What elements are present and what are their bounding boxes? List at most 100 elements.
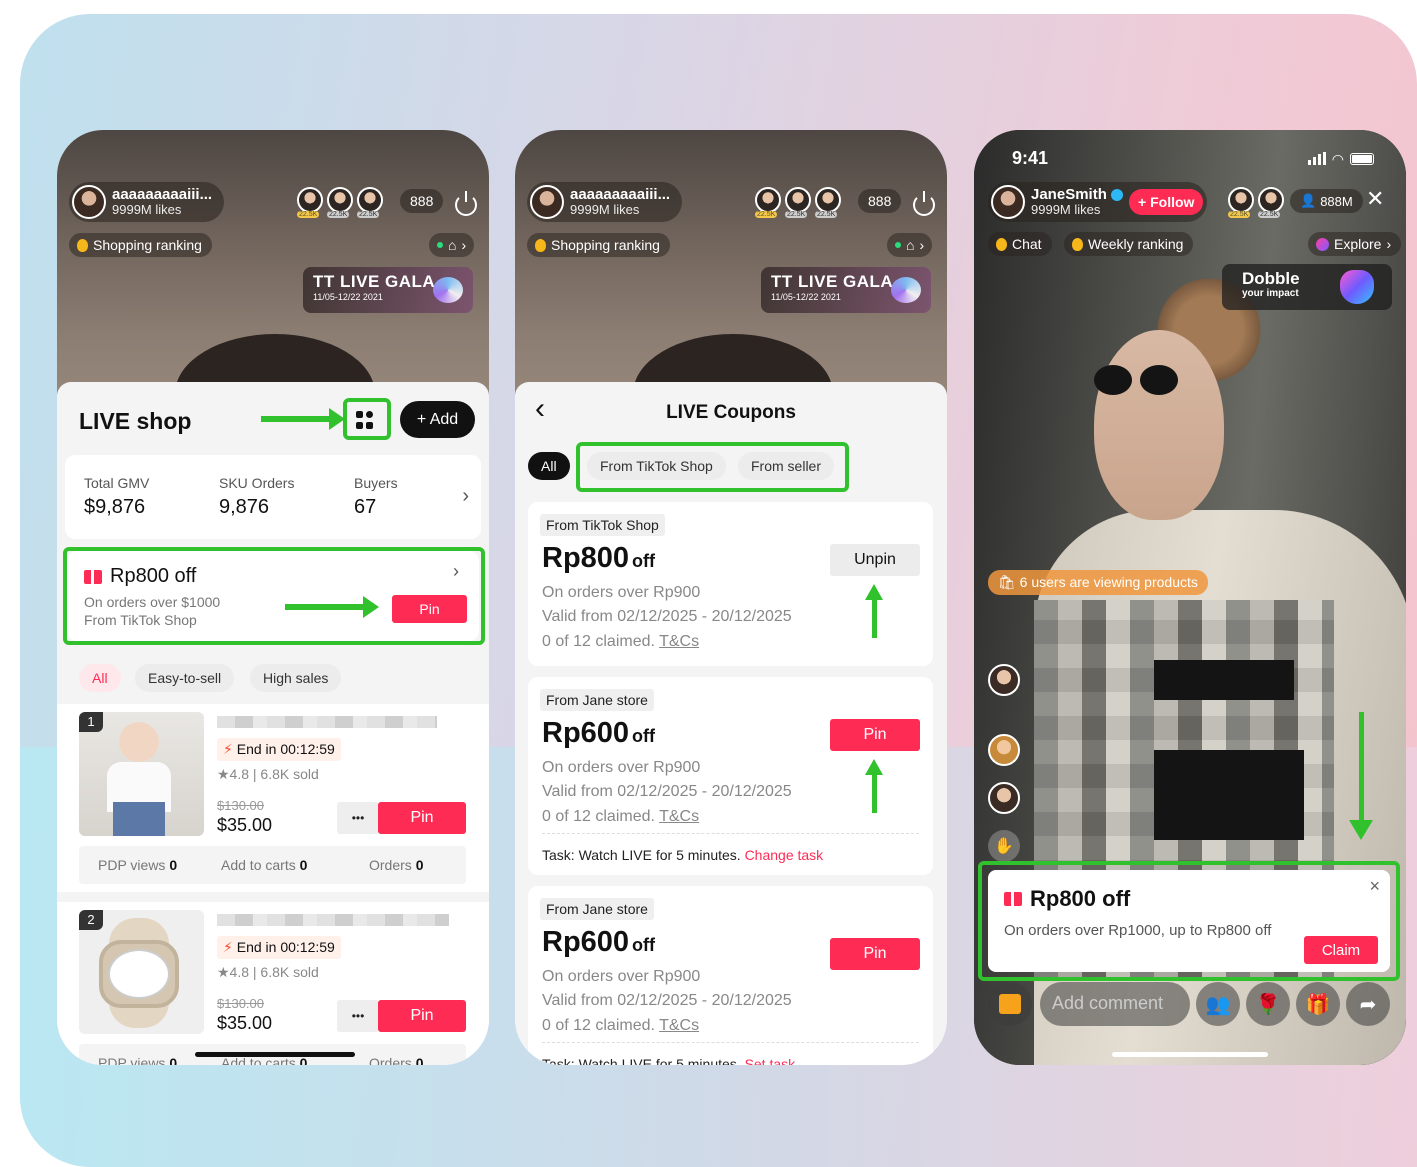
coupon-amount: Rp800 off xyxy=(542,542,656,574)
lightning-icon: ⚡ xyxy=(223,741,233,757)
viewer-avatar: 22.5K xyxy=(357,187,383,218)
viewer-avatar: 22.5K xyxy=(327,187,353,218)
explore-pill[interactable]: Explore › xyxy=(1308,232,1402,256)
rose-gift-icon[interactable]: 🌹 xyxy=(1246,982,1290,1026)
commenter-avatar[interactable] xyxy=(988,782,1020,814)
coupon-source-tag: From Jane store xyxy=(540,898,654,920)
stats-card[interactable]: Total GMV $9,876 SKU Orders 9,876 Buyers… xyxy=(65,455,481,539)
follow-button[interactable]: + Follow xyxy=(1129,189,1204,215)
filter-chip-high-sales[interactable]: High sales xyxy=(250,664,342,692)
coupon-item[interactable]: From Jane store Rp600 off On orders over … xyxy=(528,886,933,1065)
annotation-arrow xyxy=(1349,712,1373,840)
more-options-button[interactable]: ••• xyxy=(337,802,379,834)
top-viewers[interactable]: 22.5K 22.5K xyxy=(1228,187,1284,218)
person-icon: 👤 xyxy=(1300,193,1317,208)
viewer-avatar: 22.5K xyxy=(1228,187,1254,218)
close-icon[interactable]: ✕ xyxy=(1366,186,1384,212)
viewer-avatar: 22.5K xyxy=(785,187,811,218)
product-image[interactable]: 2 xyxy=(79,910,204,1034)
streamer-likes: 9999M likes xyxy=(570,202,640,217)
streamer-info[interactable]: aaaaaaaaaiii... 9999M likes xyxy=(527,182,683,222)
gala-logo-icon xyxy=(891,277,921,303)
top-viewers[interactable]: 22.5K 22.5K 22.5K xyxy=(755,187,841,218)
add-button[interactable]: + Add xyxy=(400,401,475,438)
divider xyxy=(542,833,919,834)
power-icon[interactable] xyxy=(913,191,935,216)
annotation-arrow xyxy=(261,408,345,430)
viewer-count[interactable]: 888 xyxy=(400,189,444,213)
gala-banner[interactable]: TT LIVE GALA 11/05-12/22 2021 xyxy=(761,267,931,313)
shopping-bag-icon: 🛍 xyxy=(998,574,1016,590)
streamer-info[interactable]: aaaaaaaaaiii... 9999M likes xyxy=(69,182,225,222)
filter-chip-all[interactable]: All xyxy=(528,452,570,480)
shopping-ranking-label: Shopping ranking xyxy=(551,237,660,253)
product-row[interactable]: 2 ⚡ End in 00:12:59 ★4.8 | 6.8K sold $13… xyxy=(57,902,489,1065)
viewing-products-banner: 🛍 6 users are viewing products xyxy=(988,570,1208,595)
product-pin-button[interactable]: Pin xyxy=(378,802,466,834)
streamer-info[interactable]: JaneSmith 9999M likes + Follow xyxy=(988,182,1208,222)
product-image[interactable]: 1 xyxy=(79,712,204,836)
promo-banner[interactable]: Dobble your impact xyxy=(1222,264,1392,310)
commenter-avatar[interactable] xyxy=(988,734,1020,766)
viewer-avatar: 22.5K xyxy=(1258,187,1284,218)
fire-icon xyxy=(1072,237,1083,251)
filter-chip-easy-to-sell[interactable]: Easy-to-sell xyxy=(135,664,235,692)
shopping-ranking-pill[interactable]: Shopping ranking xyxy=(527,233,670,257)
home-shortcut[interactable]: ⌂ › xyxy=(887,233,933,257)
phone-live-coupons: aaaaaaaaaiii... 9999M likes 22.5K 22.5K … xyxy=(515,130,947,1065)
online-dot-icon xyxy=(437,242,443,248)
chat-pill[interactable]: Chat xyxy=(988,232,1052,256)
coupon-pin-button[interactable]: Pin xyxy=(830,938,920,970)
filter-chip-all[interactable]: All xyxy=(79,664,121,692)
chevron-right-icon: › xyxy=(1386,236,1392,252)
annotation-arrow xyxy=(865,584,883,638)
coupon-claimed: 0 of 12 claimed. T&Cs xyxy=(542,808,700,825)
weekly-ranking-pill[interactable]: Weekly ranking xyxy=(1064,232,1194,256)
comment-input[interactable]: Add comment xyxy=(1040,982,1190,1026)
product-row[interactable]: 1 ⚡ End in 00:12:59 ★4.8 | 6.8K sold $13… xyxy=(57,704,489,892)
shopping-ranking-pill[interactable]: Shopping ranking xyxy=(69,233,212,257)
coupon-amount: Rp600 off xyxy=(542,926,656,958)
set-task-link[interactable]: Set task xyxy=(745,1056,796,1065)
shopping-ranking-label: Shopping ranking xyxy=(93,237,202,253)
blurred-product-title xyxy=(217,716,437,728)
home-shortcut[interactable]: ⌂ › xyxy=(429,233,475,257)
coupon-task: Task: Watch LIVE for 5 minutes. Set task xyxy=(542,1056,795,1065)
share-icon[interactable]: ➦ xyxy=(1346,982,1390,1026)
more-options-button[interactable]: ••• xyxy=(337,1000,379,1032)
rank-badge: 2 xyxy=(79,910,103,930)
terms-link[interactable]: T&Cs xyxy=(659,808,699,825)
coupon-pin-button[interactable]: Pin xyxy=(830,719,920,751)
fire-icon xyxy=(77,238,88,252)
wifi-icon: ◠ xyxy=(1331,151,1344,167)
shopping-bag-icon[interactable] xyxy=(988,982,1032,1026)
gala-banner[interactable]: TT LIVE GALA 11/05-12/22 2021 xyxy=(303,267,473,313)
commenter-avatar[interactable] xyxy=(988,664,1020,696)
highlight-box xyxy=(576,442,849,492)
streamer-avatar xyxy=(991,185,1025,219)
streamer-name: aaaaaaaaaiii... xyxy=(112,186,213,203)
coupon-validity: Valid from 02/12/2025 - 20/12/2025 xyxy=(542,783,792,800)
people-icon[interactable]: 👥 xyxy=(1196,982,1240,1026)
live-shop-sheet: LIVE shop + Add Total GMV $9,876 SKU Ord… xyxy=(57,382,489,1065)
unpin-button[interactable]: Unpin xyxy=(830,544,920,576)
terms-link[interactable]: T&Cs xyxy=(659,1017,699,1034)
top-viewers[interactable]: 22.5K 22.5K 22.5K xyxy=(297,187,383,218)
viewer-count[interactable]: 👤 888M xyxy=(1290,189,1363,213)
product-pin-button[interactable]: Pin xyxy=(378,1000,466,1032)
viewer-avatar: 22.5K xyxy=(755,187,781,218)
terms-link[interactable]: T&Cs xyxy=(659,633,699,650)
change-task-link[interactable]: Change task xyxy=(745,847,824,863)
chevron-right-icon[interactable]: › xyxy=(462,485,469,508)
wave-hand-icon[interactable]: ✋ xyxy=(988,830,1020,862)
fire-icon xyxy=(535,238,546,252)
power-icon[interactable] xyxy=(455,191,477,216)
live-coupons-sheet: ‹ LIVE Coupons All From TikTok Shop From… xyxy=(515,382,947,1065)
gift-icon[interactable]: 🎁 xyxy=(1296,982,1340,1026)
divider xyxy=(542,1042,919,1043)
coupon-item[interactable]: From Jane store Rp600 off On orders over … xyxy=(528,677,933,875)
viewer-count[interactable]: 888 xyxy=(858,189,902,213)
host-face xyxy=(1094,330,1224,520)
coupon-item[interactable]: From TikTok Shop Rp800 off On orders over… xyxy=(528,502,933,666)
phone-viewer-live: 9:41 ◠ JaneSmith 9999M likes + Follow 22… xyxy=(974,130,1406,1065)
